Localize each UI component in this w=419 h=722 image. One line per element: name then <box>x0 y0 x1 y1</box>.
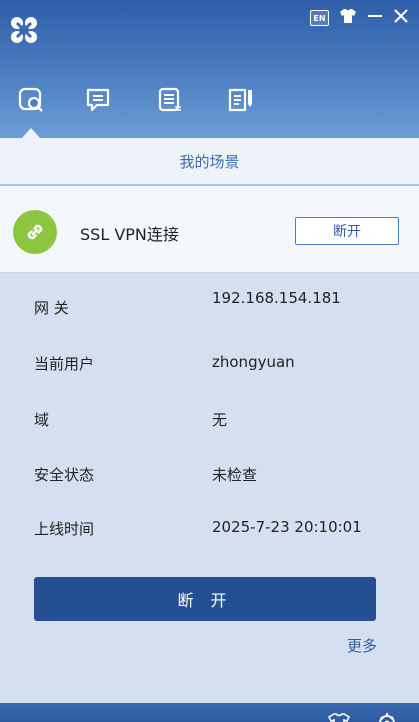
security-value: 未检查 <box>212 466 258 484</box>
disconnect-button[interactable]: 断 开 <box>34 577 376 621</box>
active-tab-caret <box>22 128 40 138</box>
app-logo-icon <box>8 14 40 46</box>
domain-value: 无 <box>212 411 228 429</box>
domain-label: 域 <box>34 411 50 429</box>
tab-notes[interactable] <box>222 84 258 120</box>
tab-messages[interactable] <box>80 84 116 120</box>
link-icon <box>17 86 45 118</box>
close-button[interactable] <box>393 8 409 28</box>
scene-bar[interactable]: 我的场景 <box>0 138 419 186</box>
language-button[interactable]: EN <box>310 10 329 26</box>
language-badge: EN <box>310 10 329 26</box>
security-label: 安全状态 <box>34 466 95 484</box>
shirt-icon <box>339 8 357 28</box>
shirt-icon[interactable] <box>327 711 351 722</box>
gear-icon[interactable] <box>376 711 398 722</box>
close-icon <box>393 8 409 28</box>
note-icon <box>226 86 254 118</box>
connection-status-icon <box>13 210 57 254</box>
minimize-button[interactable] <box>367 8 383 28</box>
user-label: 当前用户 <box>34 355 95 373</box>
gateway-label: 网 关 <box>34 299 69 317</box>
window-controls: EN <box>310 6 409 30</box>
gateway-value: 192.168.154.181 <box>212 289 341 307</box>
vpn-client-window: EN 我的场景 SSL VPN连接 断开 网 关 192.168.154.181… <box>0 0 419 722</box>
list-icon <box>156 86 184 118</box>
minimize-icon <box>367 8 383 28</box>
message-icon <box>84 86 112 118</box>
more-link[interactable]: 更多 <box>347 635 377 656</box>
user-value: zhongyuan <box>212 353 295 371</box>
online-time-value: 2025-7-23 20:10:01 <box>212 518 362 536</box>
disconnect-small-button[interactable]: 断开 <box>295 217 399 245</box>
connection-name: SSL VPN连接 <box>80 225 179 244</box>
tab-connection[interactable] <box>13 84 49 120</box>
skin-button[interactable] <box>339 8 357 28</box>
tab-list[interactable] <box>152 84 188 120</box>
header: EN <box>0 0 419 138</box>
footer-bar <box>0 703 419 722</box>
online-time-label: 上线时间 <box>34 520 95 538</box>
scene-title: 我的场景 <box>179 152 240 171</box>
